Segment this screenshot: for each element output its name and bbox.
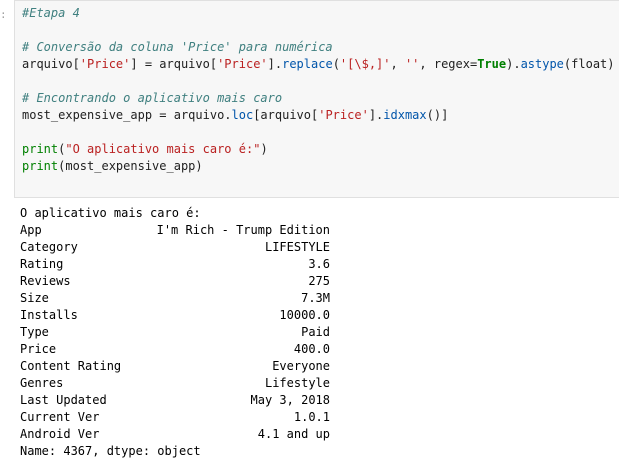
series-key: Last Updated xyxy=(20,393,107,407)
code-token: ()] xyxy=(426,108,449,122)
series-row: Last Updated May 3, 2018 xyxy=(20,392,330,409)
series-key: Type xyxy=(20,325,49,339)
series-key: Rating xyxy=(20,257,64,271)
code-line-3: # Conversão da coluna 'Price' para numér… xyxy=(22,39,615,56)
series-value: 275 xyxy=(308,274,330,288)
code-method: astype xyxy=(520,57,564,71)
series-value: I'm Rich - Trump Edition xyxy=(156,223,330,237)
series-row: Current Ver 1.0.1 xyxy=(20,409,330,426)
series-row: Installs 10000.0 xyxy=(20,307,330,324)
series-row: Price 400.0 xyxy=(20,341,330,358)
code-builtin: print xyxy=(22,159,59,173)
code-line-10: print(most_expensive_app) xyxy=(22,158,615,175)
code-method: idxmax xyxy=(383,108,427,122)
series-value: 7.3M xyxy=(301,291,330,305)
code-cell-output: O aplicativo mais caro é: App I'm Rich - … xyxy=(20,205,619,460)
code-string: 'Price' xyxy=(79,57,131,71)
series-value: LIFESTYLE xyxy=(264,240,330,254)
code-comment: # Encontrando o aplicativo mais caro xyxy=(22,91,283,105)
series-value: Lifestyle xyxy=(264,376,330,390)
series-key: Installs xyxy=(20,308,78,322)
code-editor[interactable]: #Etapa 4 # Conversão da coluna 'Price' p… xyxy=(22,5,615,175)
code-token: [arquivo[ xyxy=(253,108,319,122)
output-footer: Name: 4367, dtype: object xyxy=(20,444,201,458)
code-cell-input[interactable]: #Etapa 4 # Conversão da coluna 'Price' p… xyxy=(14,0,619,198)
series-row: Content Rating Everyone xyxy=(20,358,330,375)
series-value: 10000.0 xyxy=(279,308,330,322)
code-string: '[\$,]' xyxy=(339,57,391,71)
code-comment: # Conversão da coluna 'Price' para numér… xyxy=(22,40,333,54)
code-line-1: #Etapa 4 xyxy=(22,5,615,22)
code-string: "O aplicativo mais caro é:" xyxy=(65,142,261,156)
code-token: , regex= xyxy=(419,57,478,71)
code-string: '' xyxy=(404,57,420,71)
series-row: Size 7.3M xyxy=(20,290,330,307)
code-method: replace xyxy=(282,57,333,71)
code-token: ] = arquivo[ xyxy=(130,57,218,71)
series-row: Category LIFESTYLE xyxy=(20,239,330,256)
code-keyword: True xyxy=(477,57,507,71)
series-key: Android Ver xyxy=(20,427,100,441)
series-key: Content Rating xyxy=(20,359,122,373)
code-token: ]. xyxy=(368,108,384,122)
code-string: 'Price' xyxy=(217,57,268,71)
series-key: Genres xyxy=(20,376,64,390)
code-line-9: print("O aplicativo mais caro é:") xyxy=(22,141,615,158)
series-key: Price xyxy=(20,342,57,356)
series-value: Paid xyxy=(301,325,330,339)
input-prompt: : xyxy=(0,8,7,21)
series-key: App xyxy=(20,223,42,237)
series-value: Everyone xyxy=(272,359,330,373)
series-output: App I'm Rich - Trump Edition Category LIFES… xyxy=(20,222,330,443)
series-value: 3.6 xyxy=(308,257,330,271)
code-method: loc xyxy=(231,108,254,122)
code-comment: #Etapa 4 xyxy=(22,6,80,20)
series-row: Genres Lifestyle xyxy=(20,375,330,392)
output-header: O aplicativo mais caro é: xyxy=(20,206,201,220)
code-token: , xyxy=(390,57,405,71)
series-row: App I'm Rich - Trump Edition xyxy=(20,222,330,239)
series-key: Size xyxy=(20,291,49,305)
code-token: ]. xyxy=(267,57,283,71)
series-value: May 3, 2018 xyxy=(250,393,330,407)
code-token: ) xyxy=(260,142,268,156)
series-row: Android Ver 4.1 and up xyxy=(20,426,330,443)
code-token: ( xyxy=(332,57,340,71)
series-key: Current Ver xyxy=(20,410,100,424)
code-token: arquivo[ xyxy=(22,57,80,71)
series-value: 400.0 xyxy=(293,342,330,356)
series-row: Type Paid xyxy=(20,324,330,341)
code-token: (most_expensive_app) xyxy=(58,159,203,173)
code-line-7: most_expensive_app = arquivo.loc[arquivo… xyxy=(22,107,615,124)
code-token: ). xyxy=(506,57,521,71)
series-key: Reviews xyxy=(20,274,71,288)
series-key: Category xyxy=(20,240,78,254)
code-builtin: print xyxy=(22,142,59,156)
series-row: Rating 3.6 xyxy=(20,256,330,273)
series-value: 1.0.1 xyxy=(293,410,330,424)
code-line-6: # Encontrando o aplicativo mais caro xyxy=(22,90,615,107)
code-token: (float) xyxy=(563,57,615,71)
series-row: Reviews 275 xyxy=(20,273,330,290)
code-line-4: arquivo['Price'] = arquivo['Price'].repl… xyxy=(22,56,615,73)
code-token: most_expensive_app = arquivo. xyxy=(22,108,232,122)
code-string: 'Price' xyxy=(318,108,369,122)
series-value: 4.1 and up xyxy=(257,427,330,441)
